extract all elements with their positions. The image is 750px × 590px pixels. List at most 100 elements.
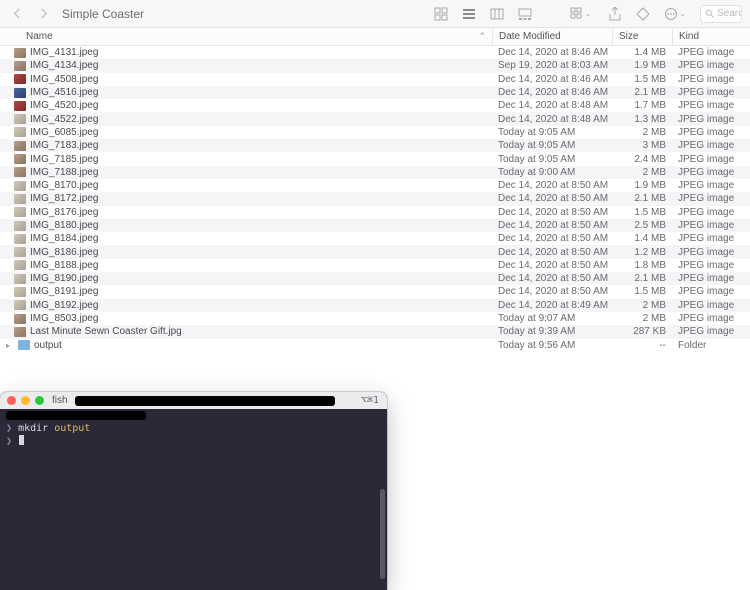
file-size: 2.1 MB bbox=[612, 193, 672, 204]
file-name-cell: IMG_8190.jpeg bbox=[0, 273, 492, 284]
zoom-button[interactable] bbox=[35, 396, 44, 405]
folder-name: output bbox=[34, 340, 62, 351]
column-name[interactable]: Name ⌃ bbox=[0, 31, 492, 42]
file-kind: JPEG image bbox=[672, 74, 750, 85]
file-row[interactable]: IMG_4134.jpegSep 19, 2020 at 8:03 AM1.9 … bbox=[0, 59, 750, 72]
file-row[interactable]: IMG_8184.jpegDec 14, 2020 at 8:50 AM1.4 … bbox=[0, 232, 750, 245]
file-row[interactable]: IMG_8180.jpegDec 14, 2020 at 8:50 AM2.5 … bbox=[0, 219, 750, 232]
file-kind: JPEG image bbox=[672, 193, 750, 204]
file-kind: JPEG image bbox=[672, 60, 750, 71]
file-row[interactable]: IMG_4516.jpegDec 14, 2020 at 8:46 AM2.1 … bbox=[0, 86, 750, 99]
file-size: 1.9 MB bbox=[612, 60, 672, 71]
file-row[interactable]: IMG_8188.jpegDec 14, 2020 at 8:50 AM1.8 … bbox=[0, 259, 750, 272]
file-row[interactable]: IMG_8186.jpegDec 14, 2020 at 8:50 AM1.2 … bbox=[0, 245, 750, 258]
file-row[interactable]: IMG_4508.jpegDec 14, 2020 at 8:46 AM1.5 … bbox=[0, 73, 750, 86]
file-name-cell: Last Minute Sewn Coaster Gift.jpg bbox=[0, 326, 492, 337]
forward-button[interactable] bbox=[34, 5, 52, 23]
file-row[interactable]: IMG_8192.jpegDec 14, 2020 at 8:49 AM2 MB… bbox=[0, 299, 750, 312]
column-size[interactable]: Size bbox=[612, 28, 672, 45]
jpeg-thumbnail-icon bbox=[14, 221, 26, 231]
column-modified[interactable]: Date Modified bbox=[492, 28, 612, 45]
file-kind: JPEG image bbox=[672, 167, 750, 178]
file-kind: JPEG image bbox=[672, 247, 750, 258]
search-input[interactable]: Search bbox=[700, 5, 742, 23]
file-row[interactable]: IMG_8170.jpegDec 14, 2020 at 8:50 AM1.9 … bbox=[0, 179, 750, 192]
file-name: IMG_4508.jpeg bbox=[30, 74, 98, 85]
file-name: IMG_8184.jpeg bbox=[30, 233, 98, 244]
jpeg-thumbnail-icon bbox=[14, 300, 26, 310]
action-dropdown[interactable]: ⌄ bbox=[661, 5, 692, 23]
file-row[interactable]: IMG_8176.jpegDec 14, 2020 at 8:50 AM1.5 … bbox=[0, 206, 750, 219]
window-title: Simple Coaster bbox=[62, 7, 144, 21]
file-kind: JPEG image bbox=[672, 127, 750, 138]
chevron-down-icon: ⌄ bbox=[585, 9, 592, 18]
terminal-scrollbar[interactable] bbox=[380, 489, 385, 579]
file-size: 3 MB bbox=[612, 140, 672, 151]
file-kind: JPEG image bbox=[672, 100, 750, 111]
file-kind: JPEG image bbox=[672, 87, 750, 98]
file-row[interactable]: IMG_6085.jpegToday at 9:05 AM2 MBJPEG im… bbox=[0, 126, 750, 139]
file-name: IMG_8503.jpeg bbox=[30, 313, 98, 324]
file-name: IMG_4131.jpeg bbox=[30, 47, 98, 58]
folder-icon bbox=[18, 340, 30, 350]
column-kind[interactable]: Kind bbox=[672, 28, 750, 45]
file-modified: Dec 14, 2020 at 8:50 AM bbox=[492, 286, 612, 297]
file-row[interactable]: IMG_8172.jpegDec 14, 2020 at 8:50 AM2.1 … bbox=[0, 192, 750, 205]
file-kind: JPEG image bbox=[672, 326, 750, 337]
file-name-cell: IMG_4508.jpeg bbox=[0, 74, 492, 85]
file-modified: Today at 9:00 AM bbox=[492, 167, 612, 178]
minimize-button[interactable] bbox=[21, 396, 30, 405]
back-button[interactable] bbox=[8, 5, 26, 23]
file-modified: Dec 14, 2020 at 8:48 AM bbox=[492, 114, 612, 125]
file-size: 2 MB bbox=[612, 167, 672, 178]
view-icon-button[interactable] bbox=[431, 5, 451, 23]
file-row[interactable]: IMG_8191.jpegDec 14, 2020 at 8:50 AM1.5 … bbox=[0, 285, 750, 298]
close-button[interactable] bbox=[7, 396, 16, 405]
file-modified: Today at 9:05 AM bbox=[492, 140, 612, 151]
file-name: IMG_8186.jpeg bbox=[30, 247, 98, 258]
file-modified: Dec 14, 2020 at 8:50 AM bbox=[492, 233, 612, 244]
view-gallery-button[interactable] bbox=[515, 5, 535, 23]
file-row[interactable]: IMG_4522.jpegDec 14, 2020 at 8:48 AM1.3 … bbox=[0, 112, 750, 125]
jpeg-thumbnail-icon bbox=[14, 234, 26, 244]
file-row[interactable]: IMG_4131.jpegDec 14, 2020 at 8:46 AM1.4 … bbox=[0, 46, 750, 59]
file-modified: Today at 9:05 AM bbox=[492, 127, 612, 138]
tag-button[interactable] bbox=[633, 5, 653, 23]
jpeg-thumbnail-icon bbox=[14, 207, 26, 217]
file-kind: JPEG image bbox=[672, 313, 750, 324]
folder-row[interactable]: ▸outputToday at 9:56 AM--Folder bbox=[0, 339, 750, 352]
file-modified: Dec 14, 2020 at 8:46 AM bbox=[492, 74, 612, 85]
file-row[interactable]: IMG_7183.jpegToday at 9:05 AM3 MBJPEG im… bbox=[0, 139, 750, 152]
group-icon bbox=[570, 7, 584, 21]
disclosure-triangle-icon[interactable]: ▸ bbox=[6, 341, 14, 350]
file-size: 1.9 MB bbox=[612, 180, 672, 191]
file-size: 1.7 MB bbox=[612, 100, 672, 111]
terminal-line: ❯ bbox=[6, 435, 381, 448]
file-name: IMG_7188.jpeg bbox=[30, 167, 98, 178]
file-kind: JPEG image bbox=[672, 286, 750, 297]
terminal-titlebar[interactable]: fish ⌥⌘1 bbox=[0, 392, 387, 409]
view-list-button[interactable] bbox=[459, 5, 479, 23]
file-row[interactable]: IMG_8190.jpegDec 14, 2020 at 8:50 AM2.1 … bbox=[0, 272, 750, 285]
file-row[interactable]: IMG_8503.jpegToday at 9:07 AM2 MBJPEG im… bbox=[0, 312, 750, 325]
jpeg-thumbnail-icon bbox=[14, 141, 26, 151]
file-row[interactable]: IMG_7188.jpeg Today at 9:00 AM2 MBJPEG im… bbox=[0, 166, 750, 179]
terminal-line bbox=[6, 411, 381, 423]
view-column-button[interactable] bbox=[487, 5, 507, 23]
share-icon bbox=[608, 7, 622, 21]
file-modified: Dec 14, 2020 at 8:50 AM bbox=[492, 220, 612, 231]
share-button[interactable] bbox=[605, 5, 625, 23]
file-row[interactable]: Last Minute Sewn Coaster Gift.jpgToday a… bbox=[0, 325, 750, 338]
file-row[interactable]: IMG_4520.jpegDec 14, 2020 at 8:48 AM1.7 … bbox=[0, 99, 750, 112]
file-row[interactable]: IMG_7185.jpegToday at 9:05 AM2.4 MBJPEG … bbox=[0, 152, 750, 165]
file-modified: Dec 14, 2020 at 8:46 AM bbox=[492, 47, 612, 58]
terminal-title: fish bbox=[52, 395, 68, 406]
jpeg-thumbnail-icon bbox=[14, 327, 26, 337]
file-size: 2.1 MB bbox=[612, 87, 672, 98]
jpeg-thumbnail-icon bbox=[14, 167, 26, 177]
file-name-cell: IMG_8503.jpeg bbox=[0, 313, 492, 324]
ellipsis-circle-icon bbox=[664, 7, 678, 21]
group-by-dropdown[interactable]: ⌄ bbox=[567, 5, 598, 23]
file-size: 1.8 MB bbox=[612, 260, 672, 271]
terminal-body[interactable]: ❯ mkdir output ❯ bbox=[0, 409, 387, 590]
